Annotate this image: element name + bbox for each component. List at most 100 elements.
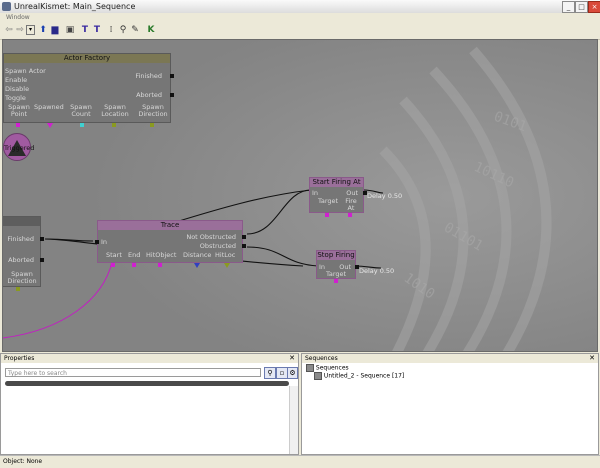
sequences-root-item[interactable]: Sequences — [306, 364, 349, 372]
trace-start-pin[interactable]: Start — [106, 252, 122, 259]
start-firing-at-node[interactable]: Start Firing At In Out Target Fire At — [309, 177, 367, 217]
pin-spawn-location[interactable]: Spawn Location — [101, 104, 129, 118]
properties-title: Properties — [1, 354, 298, 363]
text-tool-icon[interactable]: T — [80, 25, 90, 35]
kismet-k-icon[interactable]: K — [146, 25, 156, 35]
triggered-variable-node[interactable]: Triggered — [3, 133, 35, 161]
stop-firing-node[interactable]: Stop Firing In Out Target — [316, 250, 359, 283]
sequences-title: Sequences — [302, 354, 598, 363]
properties-search-input[interactable]: Type here to search — [5, 368, 261, 377]
wrench-icon[interactable]: ✎ — [130, 25, 140, 35]
trace-hitloc-pin[interactable]: HitLoc — [215, 252, 235, 259]
close-button[interactable]: × — [588, 1, 600, 13]
pin-aborted[interactable]: Aborted — [136, 92, 162, 99]
pin-finished-left-connector[interactable] — [40, 237, 44, 241]
options-icon[interactable]: ⚙ — [287, 367, 298, 379]
pin-spawn-direction-left[interactable]: Spawn Direction — [6, 271, 38, 285]
triggered-label: Triggered — [4, 144, 35, 152]
obstructed-connector[interactable] — [242, 244, 246, 248]
spawn-direction-left-connector[interactable] — [16, 287, 20, 291]
trace-not-obstructed-pin[interactable]: Not Obstructed — [186, 234, 236, 241]
properties-panel: Properties ✕ Type here to search ⚲ ▫ ⚙ — [0, 353, 299, 455]
sequences-root-label: Sequences — [315, 364, 349, 372]
spawn-location-connector[interactable] — [112, 123, 116, 127]
maximize-button[interactable]: □ — [575, 1, 588, 13]
properties-scrollbar[interactable] — [289, 386, 298, 454]
status-object: Object: None — [3, 458, 43, 465]
search-icon[interactable]: ⚲ — [264, 367, 276, 379]
start-firing-out-pin[interactable]: Out — [346, 190, 358, 197]
pin-finished-connector[interactable] — [170, 74, 174, 78]
spawn-point-connector[interactable] — [16, 123, 20, 127]
start-firing-in-pin[interactable]: In — [312, 190, 318, 197]
spawn-count-connector[interactable] — [80, 123, 84, 127]
pin-spawned[interactable]: Spawned — [34, 104, 64, 111]
stop-firing-in-pin[interactable]: In — [319, 264, 325, 271]
sequence-folder-icon — [306, 364, 314, 372]
minimize-button[interactable]: _ — [562, 1, 575, 13]
pin-aborted-left-connector[interactable] — [40, 258, 44, 262]
trace-distance-pin[interactable]: Distance — [183, 252, 211, 259]
trace-hitobject-connector[interactable] — [158, 263, 162, 267]
actor-factory-node[interactable]: Actor Factory Spawn Actor Enable Disable… — [3, 53, 174, 128]
stop-firing-title: Stop Firing — [317, 251, 355, 260]
text-tool-alt-icon[interactable]: T — [92, 25, 102, 35]
camera-icon[interactable]: ▣ — [65, 25, 75, 35]
search-icon[interactable]: ⚲ — [118, 25, 128, 35]
pin-finished-left[interactable]: Finished — [7, 236, 34, 243]
menu-window[interactable]: Window — [6, 14, 30, 21]
kismet-canvas[interactable]: 0101 10110 01101 1010 Actor Factory Spaw… — [2, 39, 598, 352]
sequence-tree-item[interactable]: Untitled_2 - Sequence [17] — [314, 372, 404, 380]
pin-spawn-count[interactable]: Spawn Count — [70, 104, 92, 118]
trace-end-connector[interactable] — [132, 263, 136, 267]
app-icon — [2, 2, 11, 11]
start-firing-target-connector[interactable] — [325, 213, 329, 217]
spawn-direction-connector[interactable] — [150, 123, 154, 127]
sequences-panel: Sequences ✕ Sequences Untitled_2 - Seque… — [301, 353, 599, 455]
actor-factory-title: Actor Factory — [4, 54, 170, 63]
spawned-connector[interactable] — [47, 123, 53, 128]
trace-obstructed-pin[interactable]: Obstructed — [200, 243, 236, 250]
pin-finished[interactable]: Finished — [135, 73, 162, 80]
pin-aborted-connector[interactable] — [170, 93, 174, 97]
start-firing-fireat-connector[interactable] — [348, 213, 352, 217]
history-dropdown-icon[interactable]: ▾ — [26, 25, 35, 35]
toolbar: ⇦ ⇨ ▾ ⬆ ▆ ▣ T T ⁞ ⚲ ✎ K — [0, 22, 600, 40]
stop-firing-target-pin[interactable]: Target — [326, 271, 346, 278]
pin-aborted-left[interactable]: Aborted — [8, 257, 34, 264]
pin-spawn-direction[interactable]: Spawn Direction — [137, 104, 169, 118]
start-firing-fireat-pin[interactable]: Fire At — [344, 198, 358, 212]
trace-in-pin[interactable]: In — [101, 239, 107, 246]
trace-hitloc-connector[interactable] — [224, 263, 230, 268]
delay-annotation-2: Delay 0.50 — [359, 267, 395, 275]
pin-spawn-point[interactable]: Spawn Point — [8, 104, 30, 118]
trace-distance-connector[interactable] — [194, 263, 200, 268]
properties-category-bar[interactable] — [5, 381, 289, 386]
spawn-node[interactable]: Finished Aborted Spawn Direction — [3, 216, 44, 291]
pin-toggle[interactable]: Toggle — [5, 95, 26, 102]
title-bar: UnrealKismet: Main_Sequence _ □ × — [0, 0, 600, 14]
pin-spawn-actor[interactable]: Spawn Actor — [5, 68, 46, 75]
spawn-node-header — [3, 217, 40, 226]
trace-node[interactable]: Trace In Not Obstructed Obstructed Start… — [95, 220, 246, 268]
pin-disable[interactable]: Disable — [5, 86, 29, 93]
pin-icon[interactable]: ⁞ — [106, 25, 116, 35]
sequence-icon — [314, 372, 322, 380]
sequence-item-label: Untitled_2 - Sequence [17] — [323, 372, 405, 380]
delay-annotation-1: Delay 0.50 — [367, 192, 403, 200]
start-firing-target-pin[interactable]: Target — [318, 198, 338, 205]
trace-hitobject-pin[interactable]: HitObject — [146, 252, 176, 259]
pin-enable[interactable]: Enable — [5, 77, 27, 84]
properties-close-button[interactable]: ✕ — [289, 354, 295, 363]
trace-in-connector[interactable] — [95, 240, 99, 244]
trace-title: Trace — [98, 221, 242, 230]
trace-end-pin[interactable]: End — [128, 252, 140, 259]
not-obstructed-connector[interactable] — [242, 235, 246, 239]
parent-sequence-icon[interactable]: ⬆ — [38, 25, 48, 35]
forward-arrow-icon[interactable]: ⇨ — [15, 25, 25, 35]
back-arrow-icon[interactable]: ⇦ — [4, 25, 14, 35]
open-sequence-icon[interactable]: ▆ — [50, 25, 60, 35]
stop-firing-target-connector[interactable] — [334, 279, 338, 283]
sequences-close-button[interactable]: ✕ — [589, 354, 595, 363]
trace-start-connector[interactable] — [111, 263, 115, 267]
